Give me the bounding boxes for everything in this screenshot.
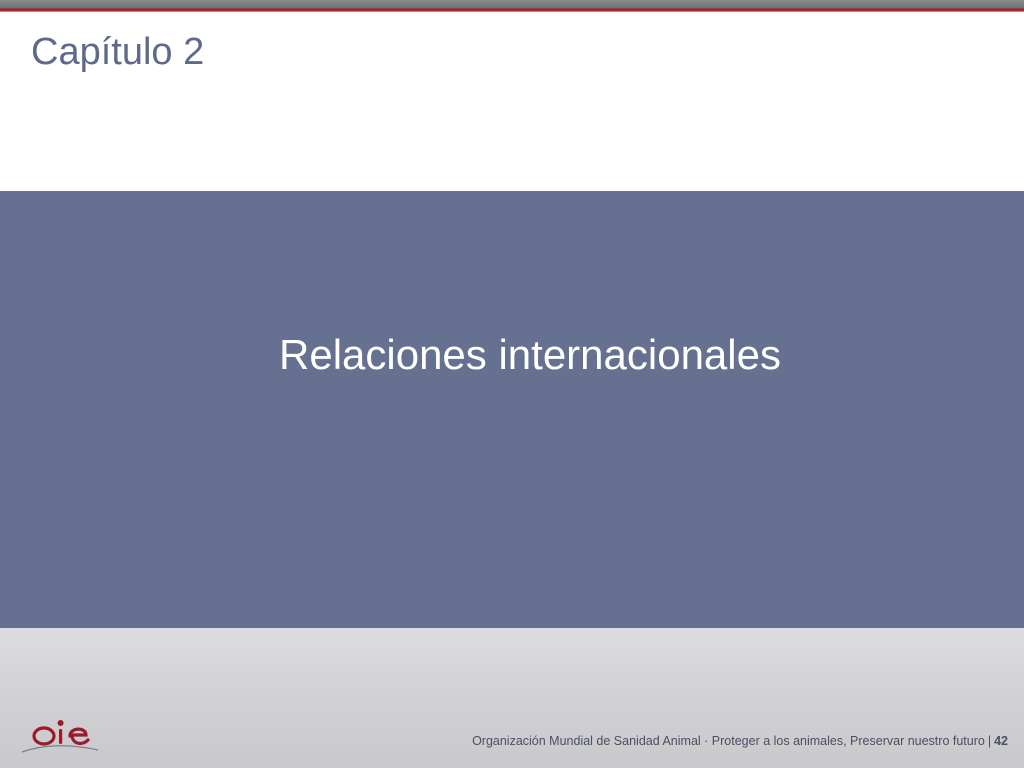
section-title: Relaciones internacionales — [279, 331, 781, 378]
page-number: 42 — [994, 734, 1008, 748]
footer-tagline: Organización Mundial de Sanidad Animal ·… — [472, 734, 985, 748]
oie-logo — [21, 720, 99, 753]
slide: Capítulo 2 Relaciones internacionales Or… — [0, 0, 1024, 768]
footer-separator: | — [987, 734, 992, 748]
footer-text: Organización Mundial de Sanidad Animal ·… — [472, 733, 1008, 749]
section-band — [0, 191, 1024, 628]
chapter-title: Capítulo 2 — [31, 31, 205, 73]
top-accent-bar — [0, 0, 1024, 12]
